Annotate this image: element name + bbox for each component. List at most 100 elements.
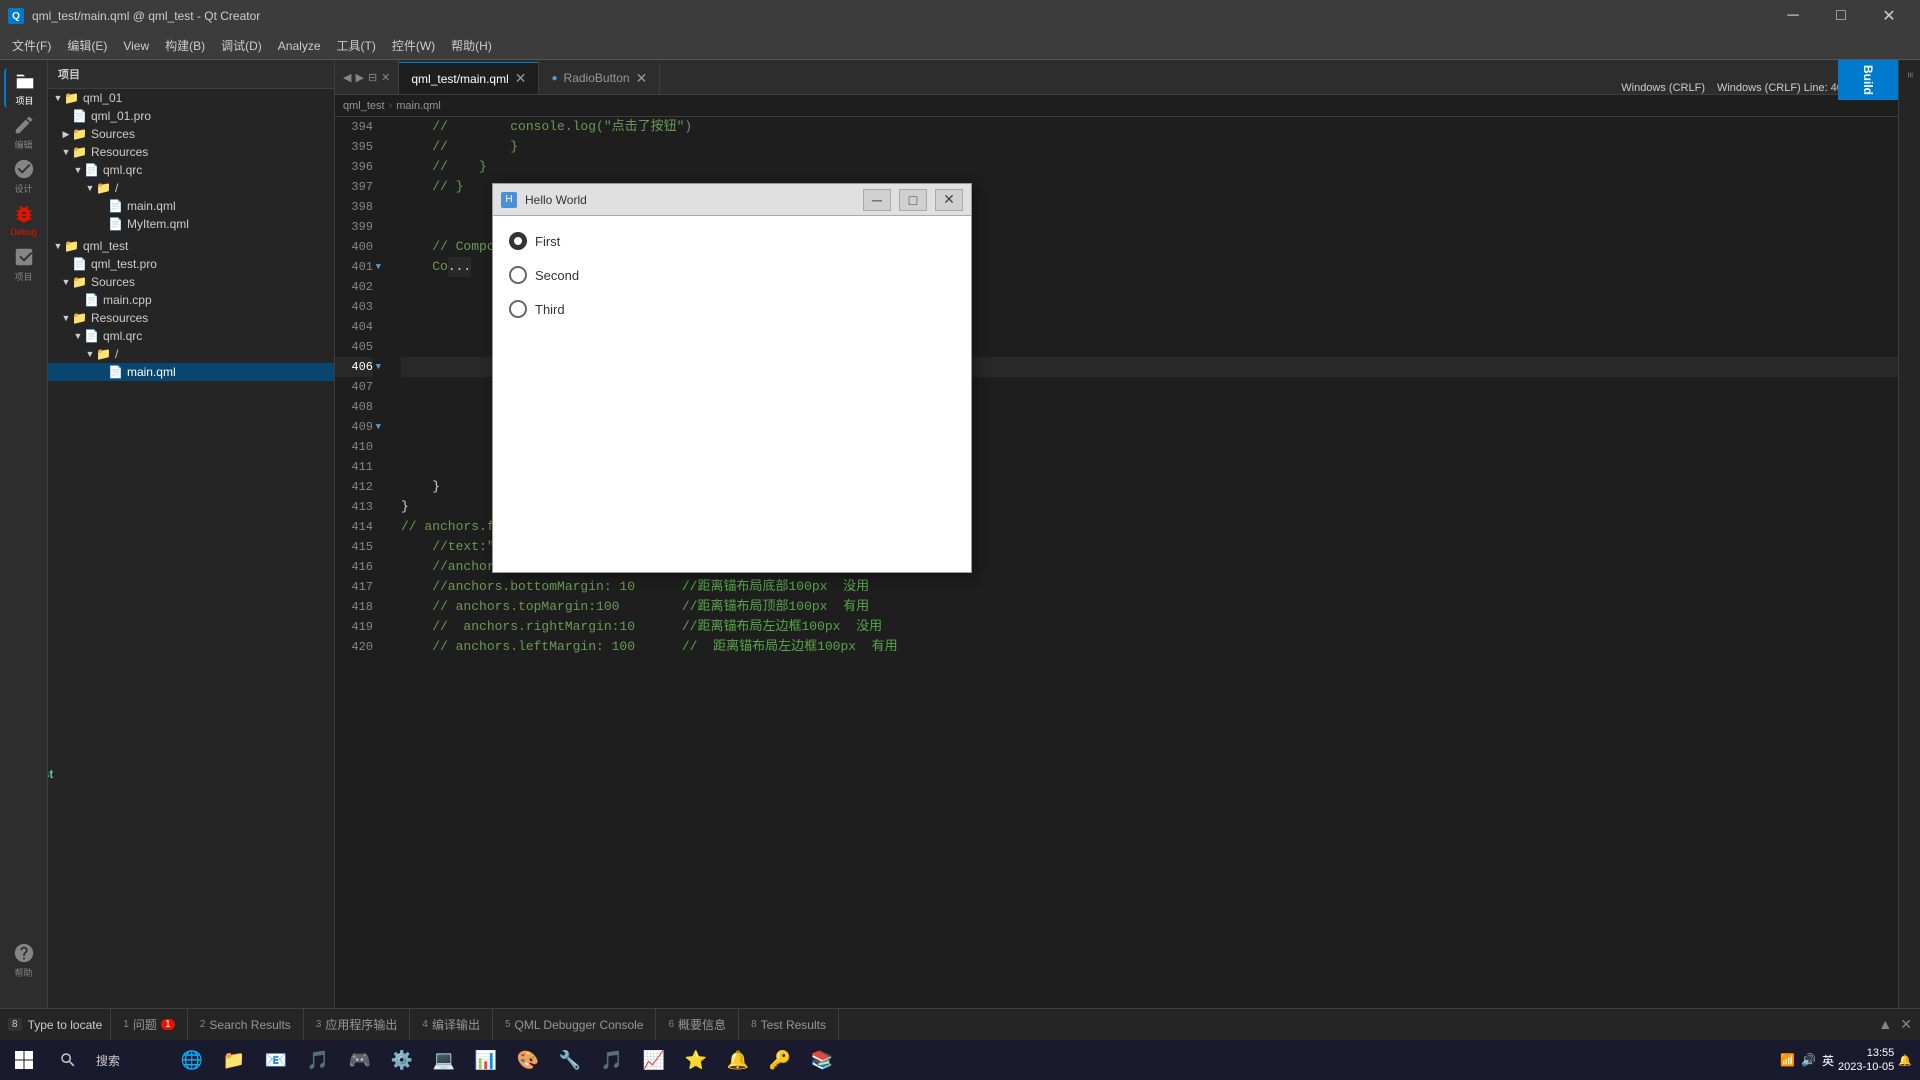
taskbar-app9[interactable]: 🔧: [550, 1040, 590, 1080]
taskbar-app6[interactable]: 💻: [424, 1040, 464, 1080]
debug-icon: [13, 203, 35, 225]
menu-help[interactable]: 帮助(H): [443, 33, 500, 58]
menu-build[interactable]: 构建(B): [157, 33, 213, 58]
bottom-tab-summary[interactable]: 6 概要信息: [656, 1009, 739, 1040]
ln-394: 394: [335, 117, 373, 137]
radio-first[interactable]: First: [509, 232, 955, 250]
arrow-resources1: ▼: [60, 146, 72, 158]
tree-item-qml01pro[interactable]: 📄 qml_01.pro: [48, 107, 334, 125]
tree-item-mainqml2[interactable]: 📄 main.qml: [48, 363, 334, 381]
radio-third[interactable]: Third: [509, 300, 955, 318]
lang-icon[interactable]: 英: [1822, 1052, 1834, 1069]
menu-debug[interactable]: 调试(D): [213, 33, 270, 58]
volume-icon[interactable]: 🔊: [1801, 1053, 1816, 1067]
taskbar-app10[interactable]: 🎵: [592, 1040, 632, 1080]
tree-item-myitem[interactable]: 📄 MyItem.qml: [48, 215, 334, 233]
activity-design[interactable]: 设计: [4, 156, 44, 196]
time-block[interactable]: 13:55 2023-10-05: [1838, 1046, 1894, 1075]
taskbar-mail[interactable]: 📧: [256, 1040, 296, 1080]
menu-analyze[interactable]: Analyze: [270, 35, 329, 57]
popup-maximize-btn[interactable]: □: [899, 189, 927, 211]
tree-item-mainqml1[interactable]: 📄 main.qml: [48, 197, 334, 215]
tree-item-sources1[interactable]: ▶ 📁 Sources: [48, 125, 334, 143]
tab-radiobutton-close[interactable]: ✕: [636, 70, 648, 87]
taskbar-search-text[interactable]: 搜索: [90, 1040, 170, 1080]
tree-item-resources2[interactable]: ▼ 📁 Resources: [48, 309, 334, 327]
bottom-tab-close[interactable]: ✕: [1900, 1016, 1912, 1033]
activity-help[interactable]: 帮助: [4, 940, 44, 980]
menu-controls[interactable]: 控件(W): [384, 33, 443, 58]
tree-item-qml01[interactable]: ▼ 📁 qml_01: [48, 89, 334, 107]
taskbar-app11[interactable]: 📈: [634, 1040, 674, 1080]
activity-edit[interactable]: 编辑: [4, 112, 44, 152]
bottom-tab-test[interactable]: 8 Test Results: [739, 1009, 839, 1040]
taskbar-explorer[interactable]: 📁: [214, 1040, 254, 1080]
tree-item-qmlqrc1[interactable]: ▼ 📄 qml.qrc: [48, 161, 334, 179]
activity-project[interactable]: 项目: [4, 68, 44, 108]
taskbar-app8[interactable]: 🎨: [508, 1040, 548, 1080]
bottom-tab-summary-label: 概要信息: [678, 1016, 726, 1033]
taskbar-app12[interactable]: ⭐: [676, 1040, 716, 1080]
tree-item-slash1[interactable]: ▼ 📁 /: [48, 179, 334, 197]
taskbar-app7[interactable]: 📊: [466, 1040, 506, 1080]
bottom-tab-search[interactable]: 2 Search Results: [188, 1009, 304, 1040]
activity-project2[interactable]: 项目: [4, 244, 44, 284]
maximize-button[interactable]: □: [1818, 0, 1864, 32]
taskbar-app13[interactable]: 🔔: [718, 1040, 758, 1080]
bottom-tab-expand[interactable]: ▲: [1878, 1016, 1892, 1033]
bottom-tab-qml-debug[interactable]: 5 QML Debugger Console: [493, 1009, 657, 1040]
tab-main-qml-close[interactable]: ✕: [515, 70, 527, 87]
taskbar-app3[interactable]: 🎵: [298, 1040, 338, 1080]
tree-item-qmltest[interactable]: ▼ 📁 qml_test: [48, 237, 334, 255]
network-icon[interactable]: 📶: [1780, 1053, 1795, 1067]
tab-forward-icon[interactable]: ▶: [355, 71, 363, 84]
taskbar-app5[interactable]: ⚙️: [382, 1040, 422, 1080]
code-line-395: // }: [401, 137, 1898, 157]
tree-item-sources2[interactable]: ▼ 📁 Sources: [48, 273, 334, 291]
tab-main-qml[interactable]: qml_test/main.qml ✕: [399, 62, 539, 94]
taskbar-left: [0, 1044, 48, 1076]
taskbar-app14[interactable]: 🔑: [760, 1040, 800, 1080]
right-panel-label[interactable]: ≡: [1904, 64, 1915, 86]
activity-debug[interactable]: Debug: [4, 200, 44, 240]
menu-file[interactable]: 文件(F): [4, 33, 59, 58]
bottom-search-area[interactable]: 8 Type to locate: [0, 1009, 111, 1040]
bottom-tab-appoutput[interactable]: 3 应用程序输出: [304, 1009, 411, 1040]
tab-close-icon[interactable]: ✕: [381, 71, 390, 84]
breadcrumb-qmltest[interactable]: qml_test: [343, 100, 385, 112]
taskbar-app4[interactable]: 🎮: [340, 1040, 380, 1080]
radio-second[interactable]: Second: [509, 266, 955, 284]
tab-back-icon[interactable]: ◀: [343, 71, 351, 84]
tab-radiobutton[interactable]: ● RadioButton ✕: [539, 62, 660, 94]
fold-406[interactable]: ▼: [376, 357, 381, 377]
tree-item-slash2[interactable]: ▼ 📁 /: [48, 345, 334, 363]
tab-split-icon[interactable]: ⊟: [368, 71, 377, 84]
bottom-tab-compile[interactable]: 4 编译输出: [410, 1009, 493, 1040]
tree-item-qmlqrc2[interactable]: ▼ 📄 qml.qrc: [48, 327, 334, 345]
taskbar-app15[interactable]: 📚: [802, 1040, 842, 1080]
build-panel-btn[interactable]: Build: [1838, 60, 1898, 100]
fold-409[interactable]: ▼: [376, 417, 381, 437]
popup-close-btn[interactable]: ✕: [935, 189, 963, 211]
notification-btn[interactable]: 🔔: [1898, 1054, 1912, 1067]
design-icon: [13, 158, 35, 180]
taskbar-globe[interactable]: 🌐: [172, 1040, 212, 1080]
minimize-button[interactable]: ─: [1770, 0, 1816, 32]
windows-logo-icon: [14, 1050, 34, 1070]
fold-401[interactable]: ▼: [376, 257, 381, 277]
tree-item-resources1[interactable]: ▼ 📁 Resources: [48, 143, 334, 161]
menu-view[interactable]: View: [115, 35, 157, 57]
start-button[interactable]: [8, 1044, 40, 1076]
menu-tools[interactable]: 工具(T): [329, 33, 384, 58]
taskbar-search[interactable]: [48, 1040, 88, 1080]
arrow-slash1: ▼: [84, 182, 96, 194]
tree-item-qmltestpro[interactable]: 📄 qml_test.pro: [48, 255, 334, 273]
menu-edit[interactable]: 编辑(E): [59, 33, 115, 58]
popup-minimize-btn[interactable]: ─: [863, 189, 891, 211]
popup-app-icon: H: [501, 192, 517, 208]
close-button[interactable]: ✕: [1866, 0, 1912, 32]
breadcrumb-mainqml[interactable]: main.qml: [396, 100, 441, 112]
bottom-tab-issues-label: 问题: [133, 1016, 157, 1033]
bottom-tab-issues[interactable]: 1 问题 1: [111, 1009, 188, 1040]
tree-item-maincpp[interactable]: 📄 main.cpp: [48, 291, 334, 309]
